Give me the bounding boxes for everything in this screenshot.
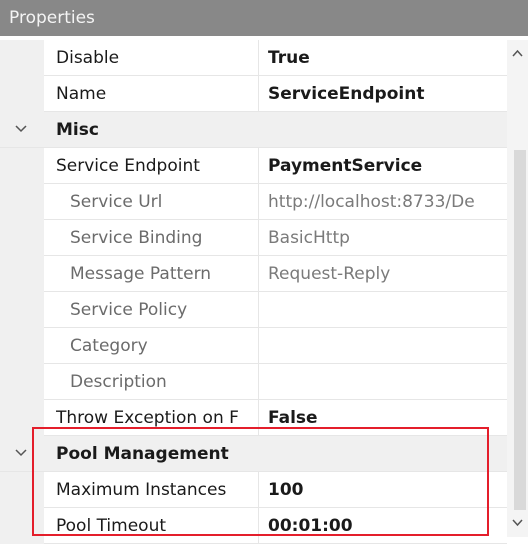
row-gutter bbox=[0, 148, 44, 184]
properties-panel: Properties Disable True Name ServiceEndp… bbox=[0, 0, 528, 544]
property-name: Disable bbox=[56, 48, 120, 68]
scroll-up-arrow[interactable] bbox=[507, 44, 528, 62]
category-row-misc[interactable]: Misc bbox=[0, 112, 507, 148]
property-value[interactable]: http://localhost:8733/De bbox=[268, 184, 507, 220]
property-row-disable[interactable]: Disable True bbox=[0, 40, 507, 76]
property-value[interactable]: ServiceEndpoint bbox=[268, 76, 507, 112]
property-name: Message Pattern bbox=[70, 264, 212, 284]
property-value[interactable]: Request-Reply bbox=[268, 256, 507, 292]
chevron-down-icon[interactable] bbox=[12, 444, 30, 462]
row-gutter bbox=[0, 364, 44, 400]
row-gutter bbox=[0, 328, 44, 364]
property-name: Service Endpoint bbox=[56, 156, 200, 176]
column-divider bbox=[258, 328, 259, 364]
property-row-name[interactable]: Name ServiceEndpoint bbox=[0, 76, 507, 112]
row-gutter bbox=[0, 256, 44, 292]
property-row-service-url[interactable]: Service Url http://localhost:8733/De bbox=[0, 184, 507, 220]
property-row-service-endpoint[interactable]: Service Endpoint PaymentService bbox=[0, 148, 507, 184]
panel-title: Properties bbox=[0, 0, 528, 36]
scroll-down-arrow[interactable] bbox=[507, 514, 528, 532]
property-row-service-binding[interactable]: Service Binding BasicHttp bbox=[0, 220, 507, 256]
column-divider bbox=[258, 40, 259, 76]
column-divider bbox=[258, 256, 259, 292]
property-value[interactable]: BasicHttp bbox=[268, 220, 507, 256]
column-divider bbox=[258, 148, 259, 184]
row-gutter bbox=[0, 40, 44, 76]
property-name: Name bbox=[56, 84, 107, 104]
property-value[interactable]: True bbox=[268, 40, 507, 76]
property-name: Service Url bbox=[70, 192, 163, 212]
scrollbar-thumb[interactable] bbox=[514, 150, 526, 510]
category-label: Misc bbox=[56, 120, 99, 140]
property-value[interactable] bbox=[268, 364, 507, 400]
property-row-service-policy[interactable]: Service Policy bbox=[0, 292, 507, 328]
column-divider bbox=[258, 220, 259, 256]
column-divider bbox=[258, 184, 259, 220]
column-divider bbox=[258, 292, 259, 328]
property-value[interactable] bbox=[268, 328, 507, 364]
property-row-category[interactable]: Category bbox=[0, 328, 507, 364]
property-name: Service Binding bbox=[70, 228, 203, 248]
property-name: Category bbox=[70, 336, 148, 356]
row-gutter bbox=[0, 184, 44, 220]
vertical-scrollbar[interactable] bbox=[507, 40, 528, 537]
property-row-description[interactable]: Description bbox=[0, 364, 507, 400]
column-divider bbox=[258, 76, 259, 112]
property-value[interactable] bbox=[268, 292, 507, 328]
row-gutter bbox=[0, 76, 44, 112]
property-name: Service Policy bbox=[70, 300, 188, 320]
row-gutter bbox=[0, 292, 44, 328]
column-divider bbox=[258, 364, 259, 400]
chevron-down-icon[interactable] bbox=[12, 120, 30, 138]
row-gutter bbox=[0, 220, 44, 256]
highlight-box bbox=[32, 427, 489, 536]
property-value[interactable]: PaymentService bbox=[268, 148, 507, 184]
property-name: Description bbox=[70, 372, 167, 392]
property-row-message-pattern[interactable]: Message Pattern Request-Reply bbox=[0, 256, 507, 292]
